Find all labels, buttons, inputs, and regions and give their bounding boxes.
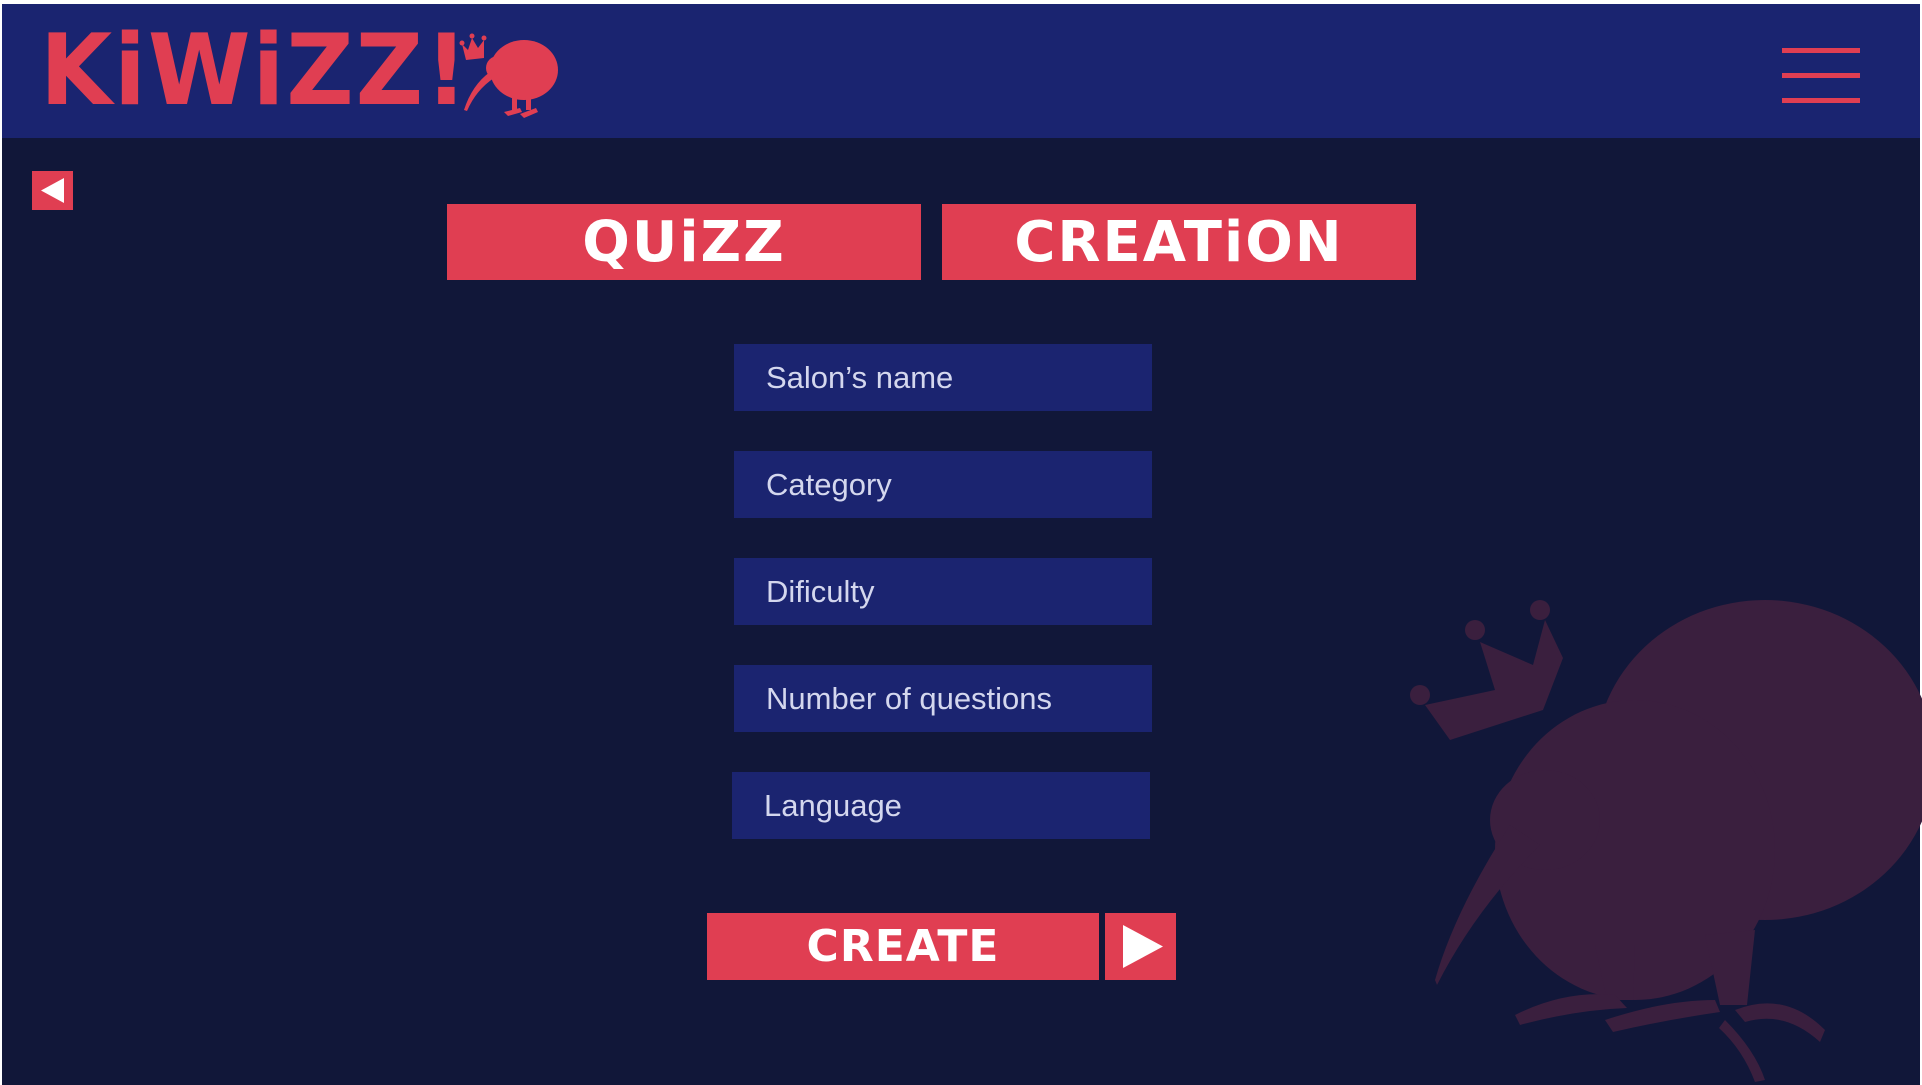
language-input[interactable] <box>732 772 1150 839</box>
number-of-questions-input[interactable] <box>734 665 1152 732</box>
kiwi-bird-crown-icon <box>1410 600 1922 1082</box>
play-icon <box>1123 925 1163 968</box>
difficulty-input[interactable] <box>734 558 1152 625</box>
arrow-left-icon <box>41 178 64 203</box>
top-bar: KiWiZZ! <box>0 0 1922 138</box>
menu-line <box>1782 73 1860 78</box>
kiwi-logo-icon <box>459 33 558 118</box>
frame-border <box>0 138 2 1085</box>
app-logo-text: KiWiZZ! <box>40 14 470 128</box>
category-input[interactable] <box>734 451 1152 518</box>
salon-name-input[interactable] <box>734 344 1152 411</box>
hamburger-menu-icon[interactable] <box>1782 48 1862 106</box>
play-button[interactable] <box>1105 913 1176 980</box>
title-quizz: QUiZZ <box>447 204 921 280</box>
create-button[interactable]: CREATE <box>707 913 1099 980</box>
menu-line <box>1782 98 1860 103</box>
back-button[interactable] <box>32 171 73 210</box>
title-creation: CREATiON <box>942 204 1416 280</box>
menu-line <box>1782 48 1860 53</box>
